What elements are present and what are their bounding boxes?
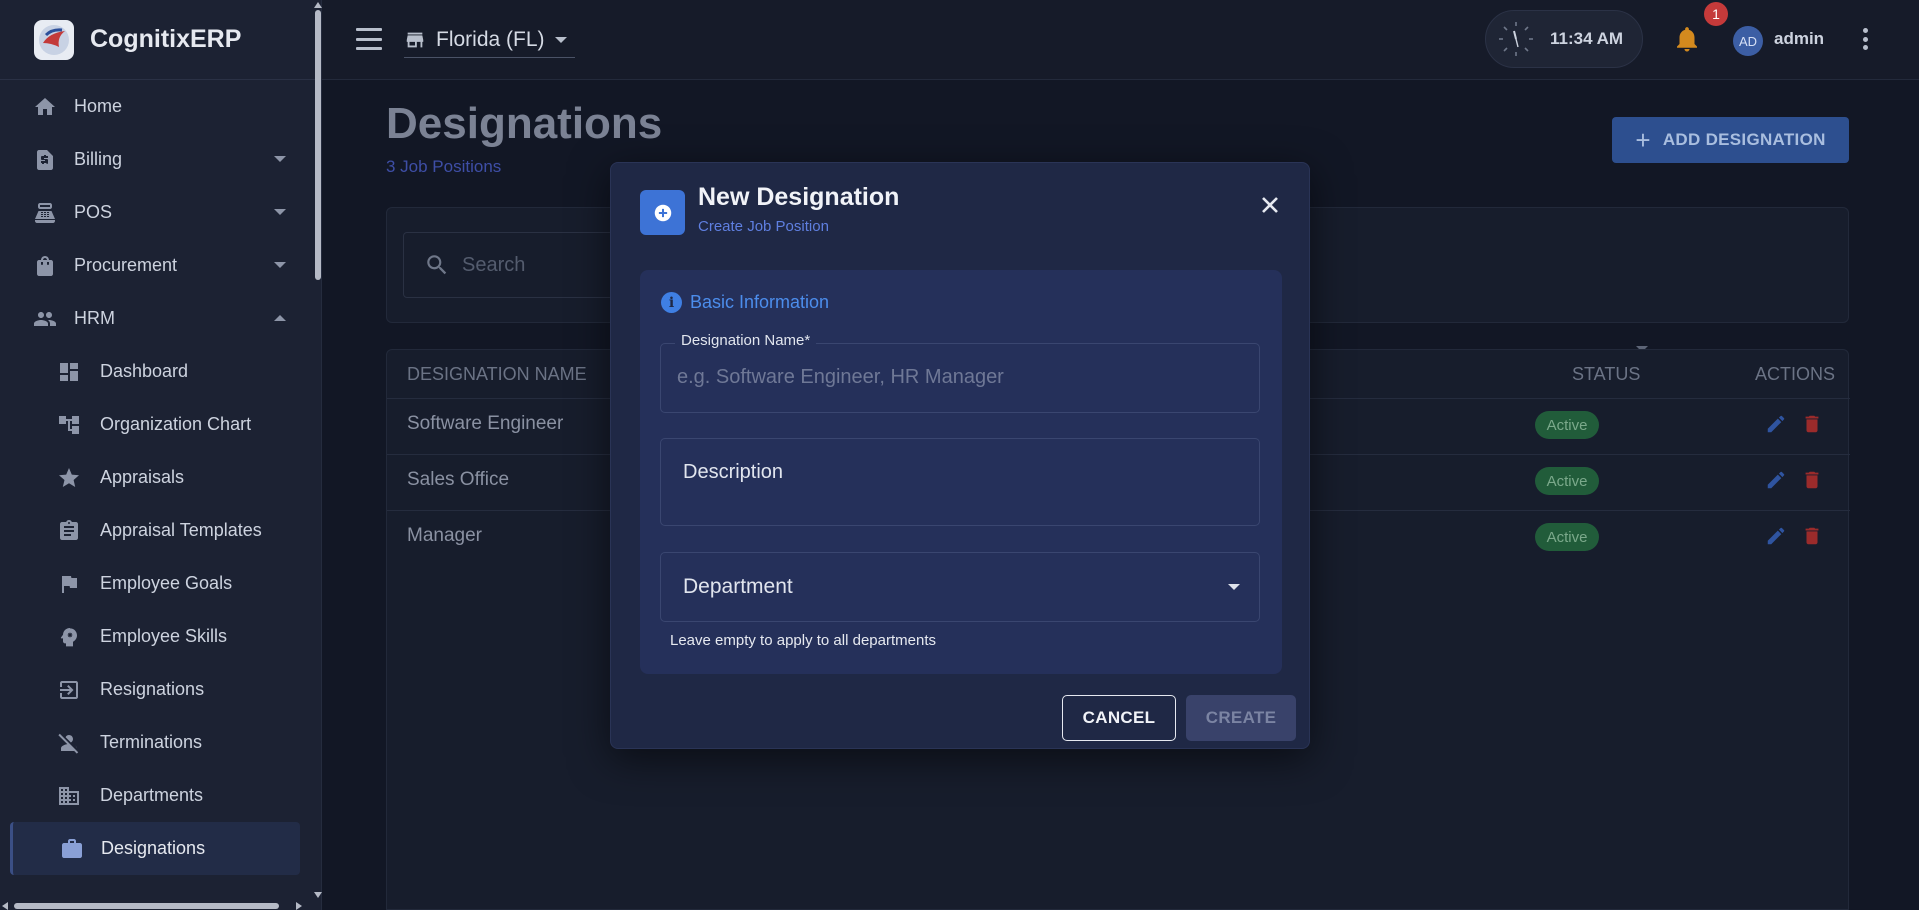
designation-name-placeholder: e.g. Software Engineer, HR Manager [677,366,1004,388]
department-label: Department [683,575,793,598]
dialog-subtitle: Create Job Position [698,218,829,235]
chevron-down-icon [1228,584,1240,590]
new-designation-dialog: New Designation Create Job Position i Ba… [610,162,1310,749]
department-helper-text: Leave empty to apply to all departments [670,632,936,649]
create-button[interactable]: CREATE [1186,695,1296,741]
info-icon: i [661,292,682,313]
department-select[interactable]: Department [660,552,1260,622]
dialog-title: New Designation [698,183,900,211]
section-header: i Basic Information [661,292,829,313]
close-icon[interactable] [1258,193,1282,217]
basic-information-section: i Basic Information Designation Name* e.… [640,270,1282,674]
description-label: Description [683,461,784,483]
description-field[interactable]: Description [660,438,1260,526]
cancel-button[interactable]: CANCEL [1062,695,1176,741]
modal-backdrop[interactable]: New Designation Create Job Position i Ba… [0,0,1919,910]
section-title: Basic Information [690,292,830,312]
add-circle-icon [640,190,685,235]
designation-name-label: Designation Name* [675,332,817,349]
designation-name-field[interactable]: Designation Name* e.g. Software Engineer… [660,332,1260,413]
